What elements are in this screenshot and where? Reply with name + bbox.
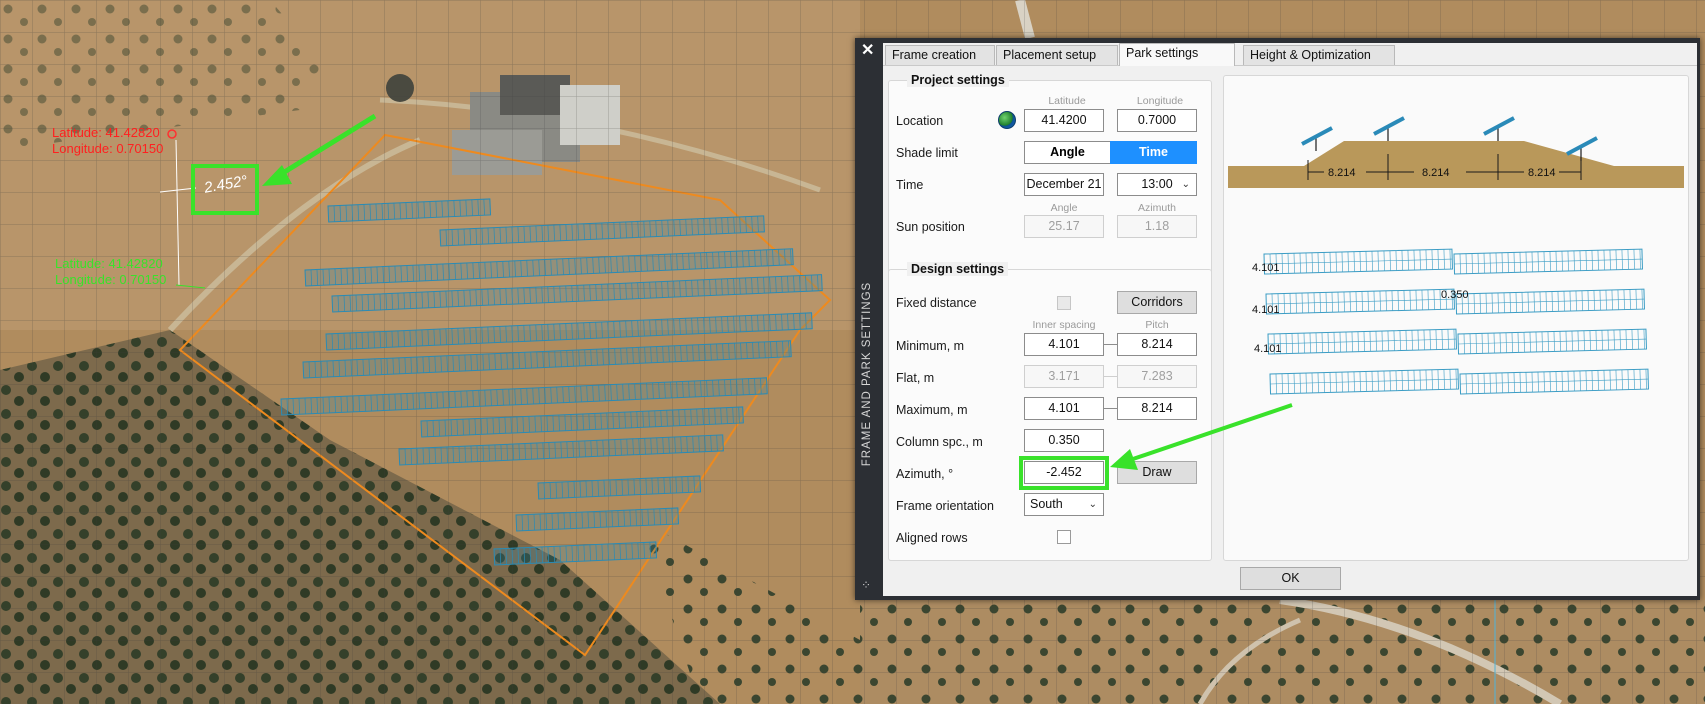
pointer-arrow — [1110, 403, 1293, 470]
